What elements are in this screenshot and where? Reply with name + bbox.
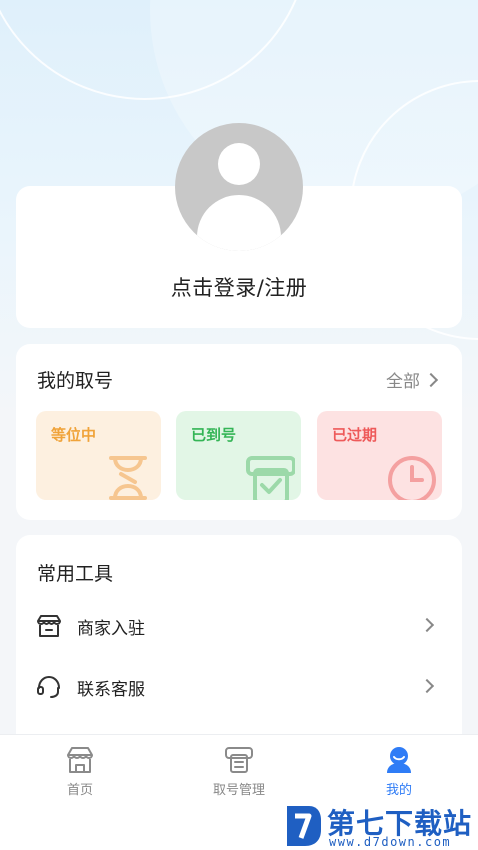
merchant-join-label: 商家入驻 bbox=[77, 619, 145, 639]
d7-logo-icon bbox=[287, 806, 321, 846]
tab-home-label: 首页 bbox=[66, 783, 93, 798]
my-queue-title: 我的取号 bbox=[37, 370, 114, 392]
hourglass-icon bbox=[109, 456, 147, 500]
view-all-label: 全部 bbox=[386, 372, 420, 392]
tab-queue-management[interactable]: 取号管理 bbox=[179, 745, 299, 805]
common-tools-card: 常用工具 商家入驻 联系客服 bbox=[16, 535, 462, 765]
chevron-right-icon bbox=[419, 617, 435, 633]
status-waiting-label: 等位中 bbox=[51, 426, 97, 444]
ticket-printer-icon bbox=[225, 747, 253, 773]
storefront-icon bbox=[37, 615, 61, 637]
merchant-join-row[interactable]: 商家入驻 bbox=[16, 600, 462, 650]
clock-icon bbox=[388, 456, 436, 500]
chevron-right-icon bbox=[419, 678, 435, 694]
tab-mine[interactable]: 我的 bbox=[339, 745, 459, 805]
common-tools-title: 常用工具 bbox=[37, 563, 114, 585]
status-expired[interactable]: 已过期 bbox=[317, 411, 442, 500]
ticket-printer-icon bbox=[246, 456, 295, 500]
status-waiting[interactable]: 等位中 bbox=[36, 411, 161, 500]
status-arrived[interactable]: 已到号 bbox=[176, 411, 301, 500]
contact-service-row[interactable]: 联系客服 bbox=[16, 661, 462, 711]
avatar-head bbox=[218, 143, 260, 185]
status-expired-label: 已过期 bbox=[332, 426, 378, 444]
avatar-body bbox=[197, 195, 281, 251]
status-arrived-label: 已到号 bbox=[191, 426, 237, 444]
view-all-link[interactable]: 全部 bbox=[386, 367, 439, 392]
my-queue-card: 我的取号 全部 等位中 已到号 已过期 bbox=[16, 344, 462, 520]
user-icon bbox=[387, 747, 411, 773]
headset-icon bbox=[37, 675, 60, 698]
watermark: 第七下载站 www.d7down.com bbox=[283, 800, 478, 850]
tab-queue-label: 取号管理 bbox=[212, 783, 265, 798]
login-register-link[interactable]: 点击登录/注册 bbox=[16, 272, 462, 302]
chevron-right-icon bbox=[423, 372, 439, 387]
tab-home[interactable]: 首页 bbox=[20, 745, 140, 805]
home-store-icon bbox=[67, 747, 93, 773]
avatar[interactable] bbox=[175, 123, 303, 251]
watermark-url: www.d7down.com bbox=[329, 835, 452, 849]
contact-service-label: 联系客服 bbox=[77, 680, 145, 700]
tab-mine-label: 我的 bbox=[385, 783, 412, 798]
